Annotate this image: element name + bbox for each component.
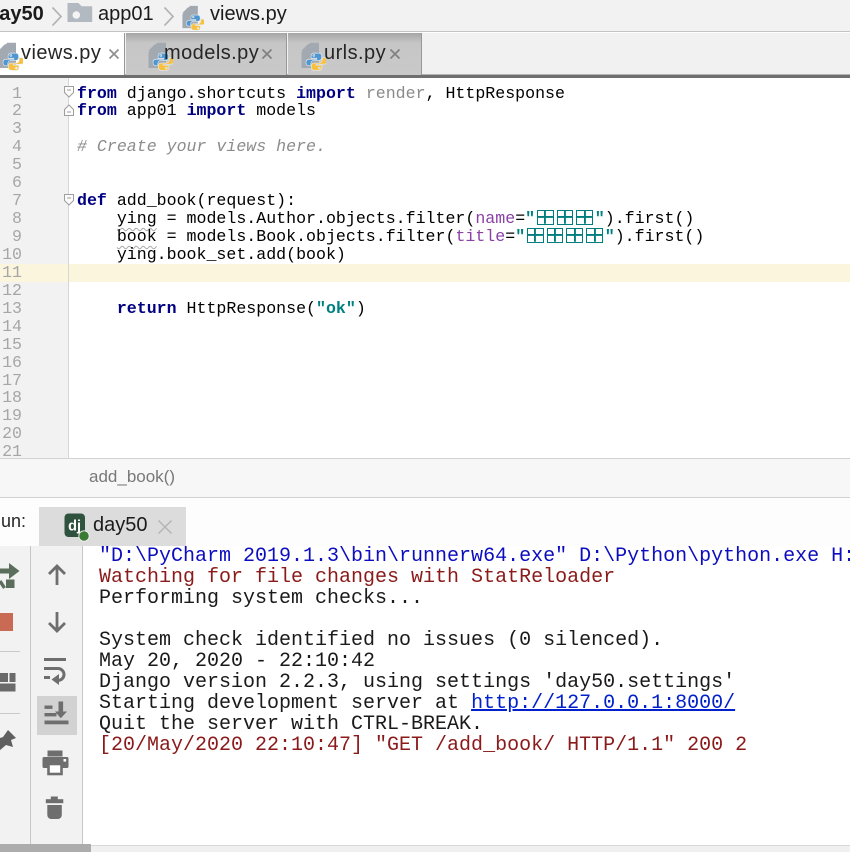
svg-text:dj: dj	[68, 519, 81, 535]
